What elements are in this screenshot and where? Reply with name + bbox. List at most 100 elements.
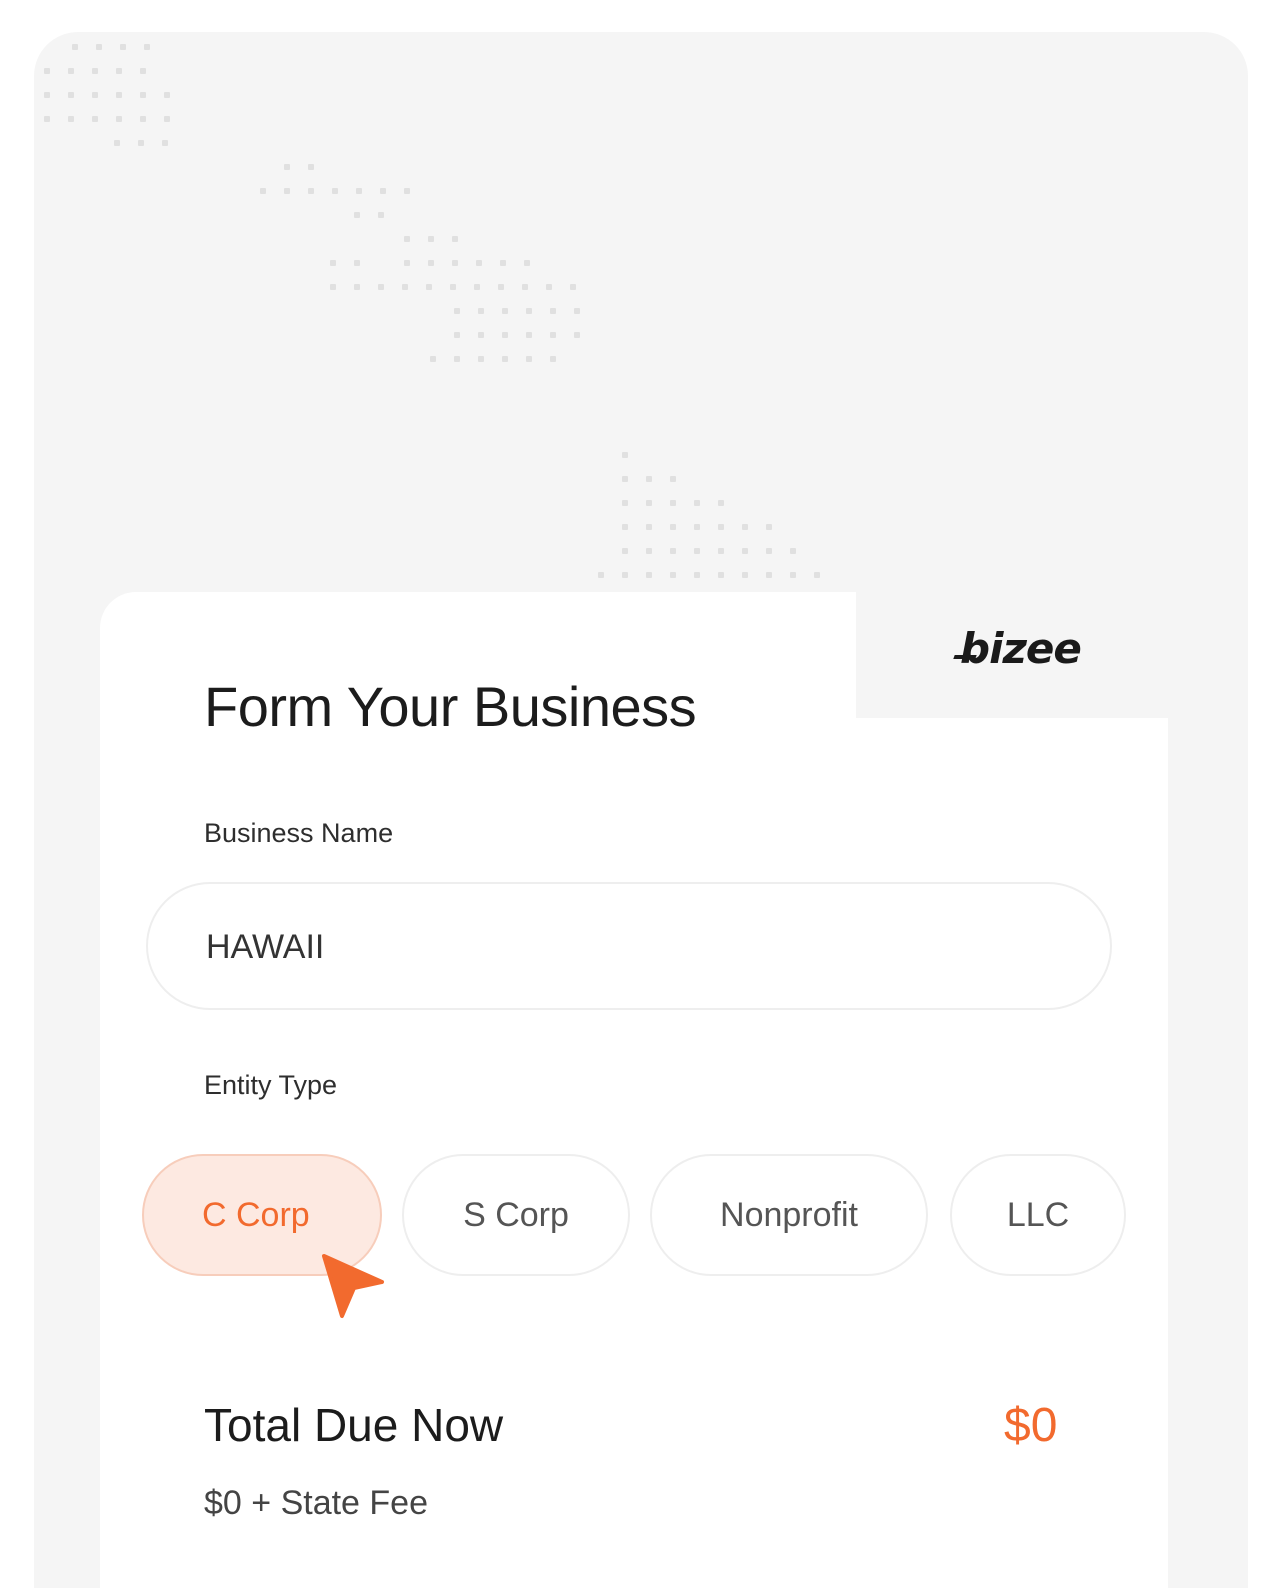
decorative-dot [694, 500, 700, 506]
decorative-dot [478, 356, 484, 362]
decorative-dot [742, 572, 748, 578]
decorative-dot [378, 284, 384, 290]
decorative-dot [694, 572, 700, 578]
decorative-dot [670, 476, 676, 482]
decorative-dot [550, 332, 556, 338]
decorative-dot [622, 452, 628, 458]
decorative-dot [430, 356, 436, 362]
decorative-dot [284, 188, 290, 194]
decorative-dot [92, 68, 98, 74]
decorative-dot [404, 236, 410, 242]
decorative-dot [670, 524, 676, 530]
decorative-dot [330, 284, 336, 290]
decorative-dot [140, 92, 146, 98]
decorative-dot [116, 92, 122, 98]
decorative-dot [646, 572, 652, 578]
decorative-dot [140, 116, 146, 122]
decorative-dot [120, 44, 126, 50]
decorative-dot [622, 524, 628, 530]
decorative-dot [404, 260, 410, 266]
decorative-dot [500, 260, 506, 266]
decorative-dot [114, 140, 120, 146]
decorative-dot [356, 188, 362, 194]
decorative-dot [694, 548, 700, 554]
decorative-dot [522, 284, 528, 290]
decorative-dot [670, 500, 676, 506]
decorative-dot [428, 260, 434, 266]
decorative-dot [742, 524, 748, 530]
entity-option-s-corp[interactable]: S Corp [402, 1154, 630, 1276]
decorative-dot [140, 68, 146, 74]
decorative-dot [116, 116, 122, 122]
entity-option-nonprofit[interactable]: Nonprofit [650, 1154, 928, 1276]
decorative-dot [526, 332, 532, 338]
decorative-dot [380, 188, 386, 194]
decorative-dot [670, 548, 676, 554]
decorative-dot [814, 572, 820, 578]
decorative-dot [498, 284, 504, 290]
decorative-dot [354, 284, 360, 290]
decorative-dot [646, 500, 652, 506]
decorative-dot [330, 260, 336, 266]
decorative-dot [790, 548, 796, 554]
decorative-dot [284, 164, 290, 170]
decorative-dot [550, 308, 556, 314]
decorative-dot [622, 548, 628, 554]
decorative-dot [162, 140, 168, 146]
decorative-dot [454, 308, 460, 314]
entity-option-llc[interactable]: LLC [950, 1154, 1126, 1276]
decorative-dot [72, 44, 78, 50]
decorative-dot [502, 308, 508, 314]
decorative-dot [694, 524, 700, 530]
decorative-dot [646, 548, 652, 554]
decorative-dot [428, 236, 434, 242]
decorative-dot [742, 548, 748, 554]
decorative-dot [260, 188, 266, 194]
decorative-dot [44, 68, 50, 74]
decorative-dot [96, 44, 102, 50]
decorative-dot [622, 500, 628, 506]
decorative-dot [308, 164, 314, 170]
decorative-dot [646, 524, 652, 530]
page-title: Form Your Business [204, 675, 697, 738]
state-fee-note: $0 + State Fee [204, 1484, 428, 1522]
decorative-dot [378, 212, 384, 218]
decorative-dot [478, 332, 484, 338]
decorative-dot [474, 284, 480, 290]
decorative-dot [332, 188, 338, 194]
decorative-dot [68, 116, 74, 122]
business-name-input[interactable]: HAWAII [146, 882, 1112, 1010]
decorative-dot [766, 572, 772, 578]
decorative-dot [426, 284, 432, 290]
decorative-dot [718, 500, 724, 506]
decorative-dot [478, 308, 484, 314]
decorative-dot [598, 572, 604, 578]
decorative-dot [570, 284, 576, 290]
decorative-dot [138, 140, 144, 146]
decorative-dot [404, 188, 410, 194]
bizee-logo: bizee [960, 624, 1082, 673]
decorative-dot [622, 572, 628, 578]
entity-type-label: Entity Type [204, 1070, 338, 1100]
decorative-dot [454, 356, 460, 362]
decorative-dot [450, 284, 456, 290]
decorative-dot [574, 308, 580, 314]
decorative-dot [546, 284, 552, 290]
decorative-dot [92, 92, 98, 98]
decorative-dot [526, 308, 532, 314]
decorative-dot [524, 260, 530, 266]
decorative-dot [68, 92, 74, 98]
decorative-dot [766, 524, 772, 530]
decorative-dot [550, 356, 556, 362]
decorative-dot [402, 284, 408, 290]
logo-accent-bar [953, 655, 977, 659]
decorative-dot [44, 116, 50, 122]
decorative-dot [574, 332, 580, 338]
decorative-dot [452, 236, 458, 242]
decorative-dot [92, 116, 98, 122]
decorative-dot [502, 332, 508, 338]
decorative-dot [308, 188, 314, 194]
business-name-label: Business Name [204, 818, 394, 848]
decorative-dot [718, 548, 724, 554]
decorative-dot [766, 548, 772, 554]
